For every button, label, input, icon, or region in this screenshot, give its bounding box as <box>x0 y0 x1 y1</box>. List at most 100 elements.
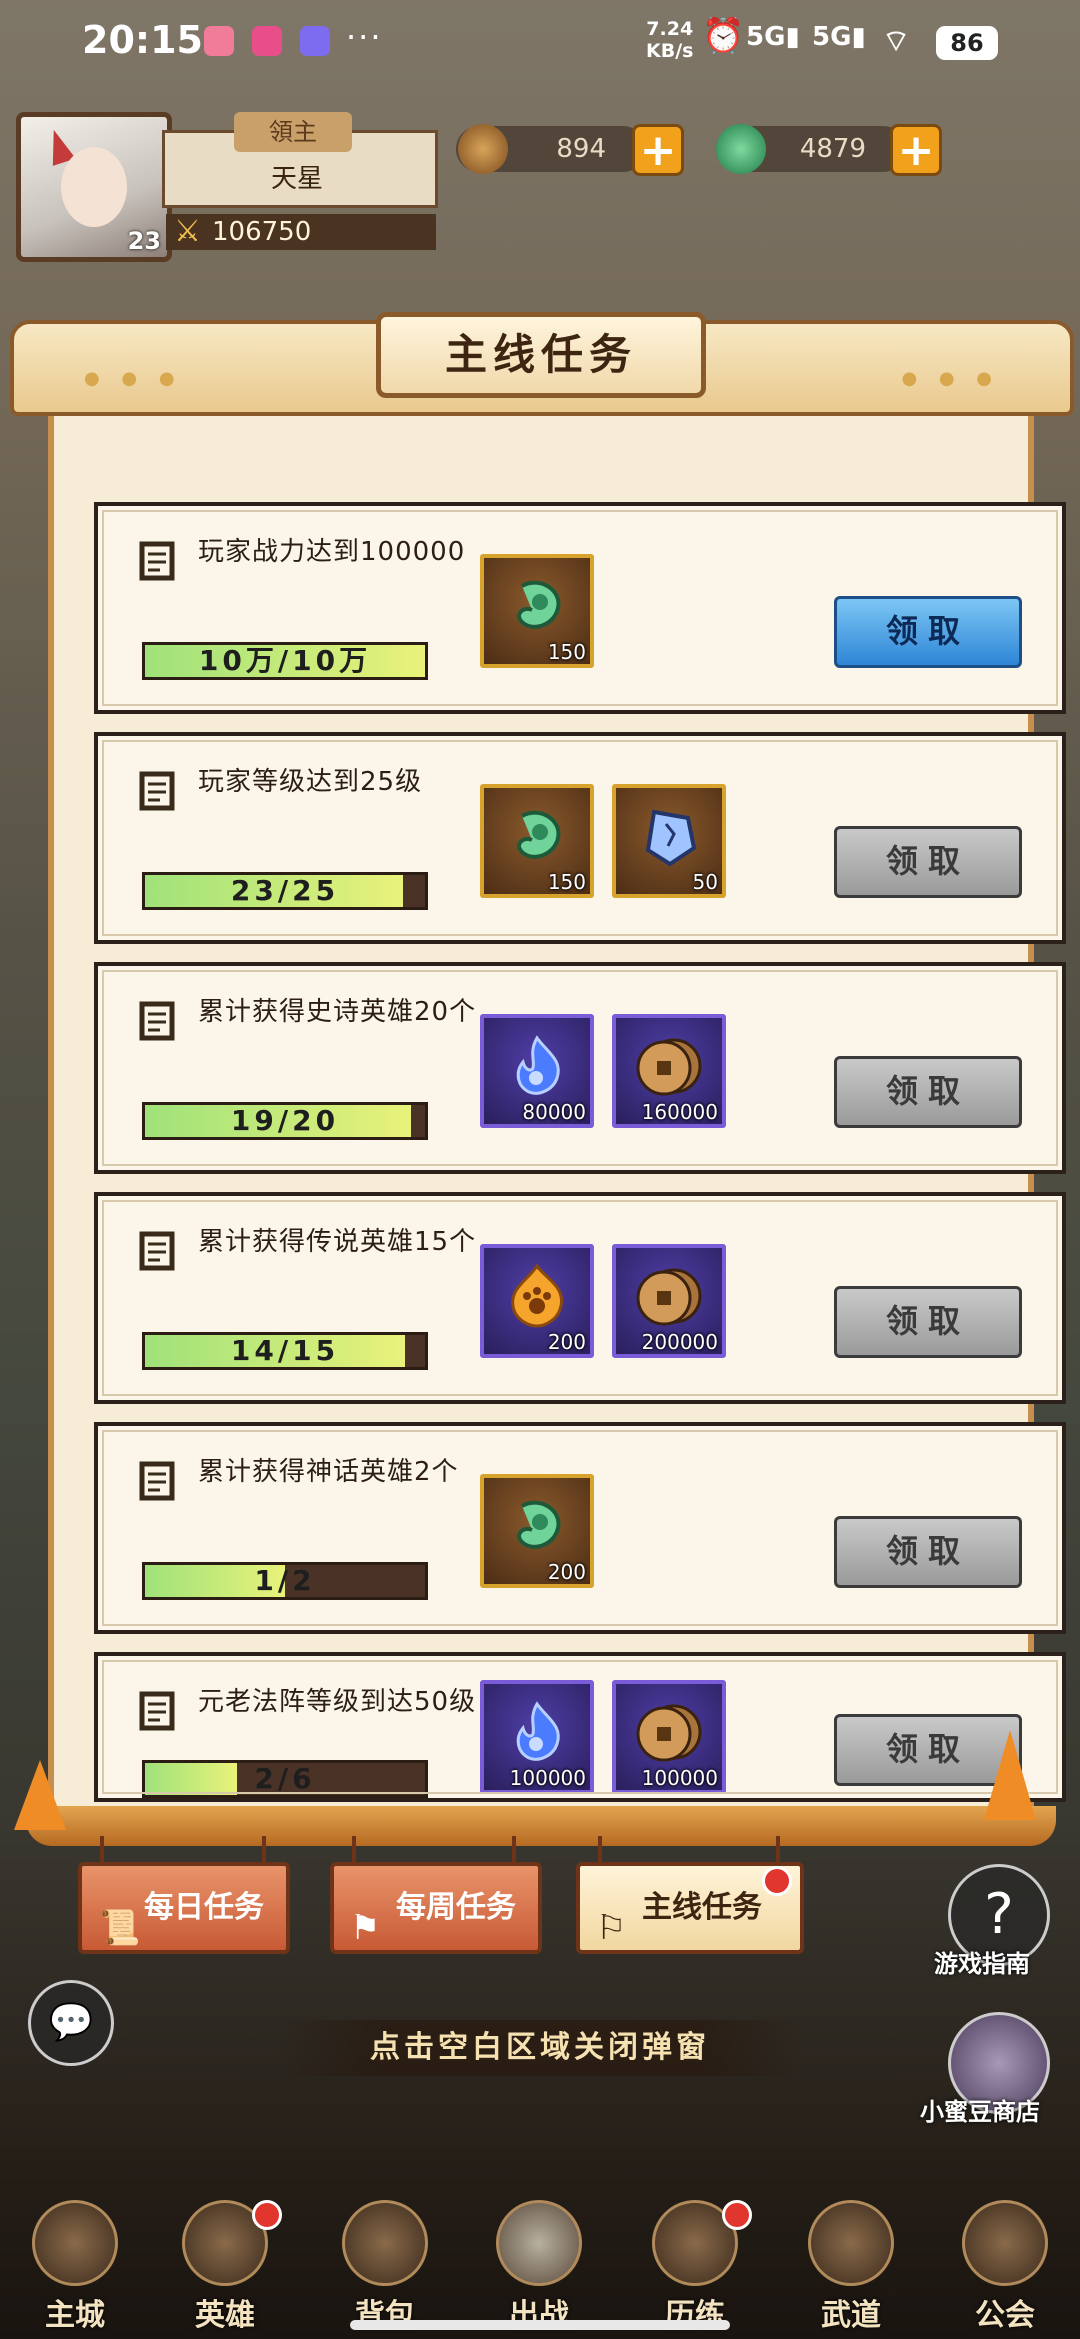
copper-coin-icon <box>458 124 508 174</box>
reward-quantity: 160000 <box>641 1100 718 1124</box>
task-card: 玩家等级达到25级 23/25 150 50 领取 <box>94 732 1066 944</box>
more-notifications-icon: ··· <box>346 18 383 56</box>
progress-text: 10万/10万 <box>198 644 372 677</box>
status-time: 20:15 <box>82 18 203 62</box>
reward-quantity: 200000 <box>641 1330 718 1354</box>
wifi-icon: ⌔ <box>882 24 911 59</box>
task-card: 累计获得神话英雄2个 1/2 200 领取 <box>94 1422 1066 1634</box>
progress-bar: 10万/10万 <box>142 642 428 680</box>
copper-coin-icon <box>636 1038 702 1096</box>
flame-decor <box>984 1730 1036 1820</box>
reward-item[interactable]: 50 <box>612 784 726 898</box>
nav-guild[interactable]: 公会 <box>950 2200 1060 2333</box>
notification-dot <box>722 2200 752 2230</box>
home-indicator[interactable] <box>350 2320 730 2330</box>
tab-label: 主线任务 <box>642 1890 762 1925</box>
reward-item[interactable]: 80000 <box>480 1014 594 1128</box>
crossed-swords-icon <box>496 2200 582 2286</box>
main-quest-modal: 玩家战力达到100000 10万/10万 150 领取 玩家等级达到25级 23… <box>10 312 1074 1846</box>
copper-coin-icon <box>636 1268 702 1326</box>
battery-indicator: 86 <box>936 26 998 60</box>
progress-text: 2/6 <box>254 1762 316 1795</box>
claim-button[interactable]: 领取 <box>834 826 1022 898</box>
add-coins-button[interactable]: + <box>632 124 684 176</box>
chat-button[interactable]: 💬 <box>28 1980 114 2066</box>
network-speed: 7.24 KB/s <box>646 18 694 62</box>
claim-button[interactable]: 领取 <box>834 1516 1022 1588</box>
signal-icon: 5G▮ <box>746 22 800 52</box>
tab-label: 每周任务 <box>396 1890 516 1925</box>
decor-dots: ● ● ● <box>84 368 183 389</box>
task-title: 玩家等级达到25级 <box>198 767 423 797</box>
reward-item[interactable]: 100000 <box>480 1680 594 1794</box>
progress-text: 23/25 <box>230 874 340 907</box>
player-name: 天星 <box>270 164 323 194</box>
scroll-icon <box>139 1001 175 1041</box>
app-notification-icon <box>300 26 330 56</box>
title-banner: 領主 <box>234 112 352 152</box>
blue-spirit-flame-icon <box>516 1701 560 1761</box>
reward-item[interactable]: 200 <box>480 1474 594 1588</box>
question-icon: ? <box>984 1882 1014 1947</box>
nav-main-city[interactable]: 主城 <box>20 2200 130 2333</box>
reward-item[interactable]: 150 <box>480 554 594 668</box>
reward-item[interactable]: 150 <box>480 784 594 898</box>
tab-daily-tasks[interactable]: 📜 每日任务 <box>78 1862 290 1954</box>
scroll-icon <box>139 541 175 581</box>
reward-quantity: 150 <box>547 640 586 664</box>
alarm-icon: ⏰ <box>702 16 745 56</box>
green-jade-icon <box>716 124 766 174</box>
task-title: 累计获得史诗英雄20个 <box>198 997 477 1027</box>
player-avatar[interactable]: 23 <box>16 112 172 262</box>
signal-icon: 5G▮ <box>812 22 866 52</box>
task-title: 累计获得传说英雄15个 <box>198 1227 477 1257</box>
combat-power: 106750 <box>166 214 436 250</box>
modal-bottom-frame <box>26 1806 1056 1846</box>
scroll-icon <box>139 1231 175 1271</box>
shop-label: 小蜜豆商店 <box>920 2098 1040 2126</box>
banner-icon: ⚐ <box>596 1908 627 1948</box>
backpack-icon <box>342 2200 428 2286</box>
nav-martial[interactable]: 武道 <box>796 2200 906 2333</box>
progress-bar: 1/2 <box>142 1562 428 1600</box>
green-jade-icon <box>517 1500 561 1549</box>
nav-backpack[interactable]: 背包 <box>330 2200 440 2333</box>
reward-item[interactable]: 100000 <box>612 1680 726 1794</box>
claim-button[interactable]: 领取 <box>834 1056 1022 1128</box>
reward-quantity: 200 <box>547 1560 586 1584</box>
reward-quantity: 200 <box>547 1330 586 1354</box>
status-bar: 20:15 ··· 7.24 KB/s ⏰ 5G▮ 5G▮ ⌔ 86 <box>0 0 1080 84</box>
avatar-level: 23 <box>127 227 161 255</box>
martial-icon <box>808 2200 894 2286</box>
tab-label: 每日任务 <box>144 1890 264 1925</box>
claim-button[interactable]: 领取 <box>834 1286 1022 1358</box>
blue-spirit-flame-icon <box>516 1035 560 1095</box>
reward-item[interactable]: 200000 <box>612 1244 726 1358</box>
task-card: 玩家战力达到100000 10万/10万 150 领取 <box>94 502 1066 714</box>
modal-body: 玩家战力达到100000 10万/10万 150 领取 玩家等级达到25级 23… <box>48 390 1066 1806</box>
reward-quantity: 100000 <box>509 1766 586 1790</box>
reward-quantity: 100000 <box>641 1766 718 1790</box>
app-notification-icon <box>204 26 234 56</box>
claim-button[interactable]: 领取 <box>834 596 1022 668</box>
task-card: 累计获得史诗英雄20个 19/20 80000 160000 领取 <box>94 962 1066 1174</box>
close-popup-hint[interactable]: 点击空白区域关闭弹窗 <box>280 2020 800 2076</box>
reward-item[interactable]: 160000 <box>612 1014 726 1128</box>
chat-icon: 💬 <box>48 2002 94 2043</box>
tab-weekly-tasks[interactable]: ⚑ 每周任务 <box>330 1862 542 1954</box>
reward-item[interactable]: 200 <box>480 1244 594 1358</box>
task-title: 玩家战力达到100000 <box>198 537 466 567</box>
progress-bar: 2/6 <box>142 1760 428 1798</box>
notification-dot <box>762 1866 792 1896</box>
notification-dot <box>252 2200 282 2230</box>
reward-quantity: 150 <box>547 870 586 894</box>
avatar-face <box>61 147 127 227</box>
flag-icon: ⚑ <box>350 1908 381 1948</box>
scroll-icon <box>139 1461 175 1501</box>
scroll-icon <box>139 771 175 811</box>
progress-bar: 14/15 <box>142 1332 428 1370</box>
nav-battle[interactable]: 出战 <box>484 2200 594 2333</box>
green-jade-icon <box>517 580 561 629</box>
progress-bar: 23/25 <box>142 872 428 910</box>
add-jade-button[interactable]: + <box>890 124 942 176</box>
